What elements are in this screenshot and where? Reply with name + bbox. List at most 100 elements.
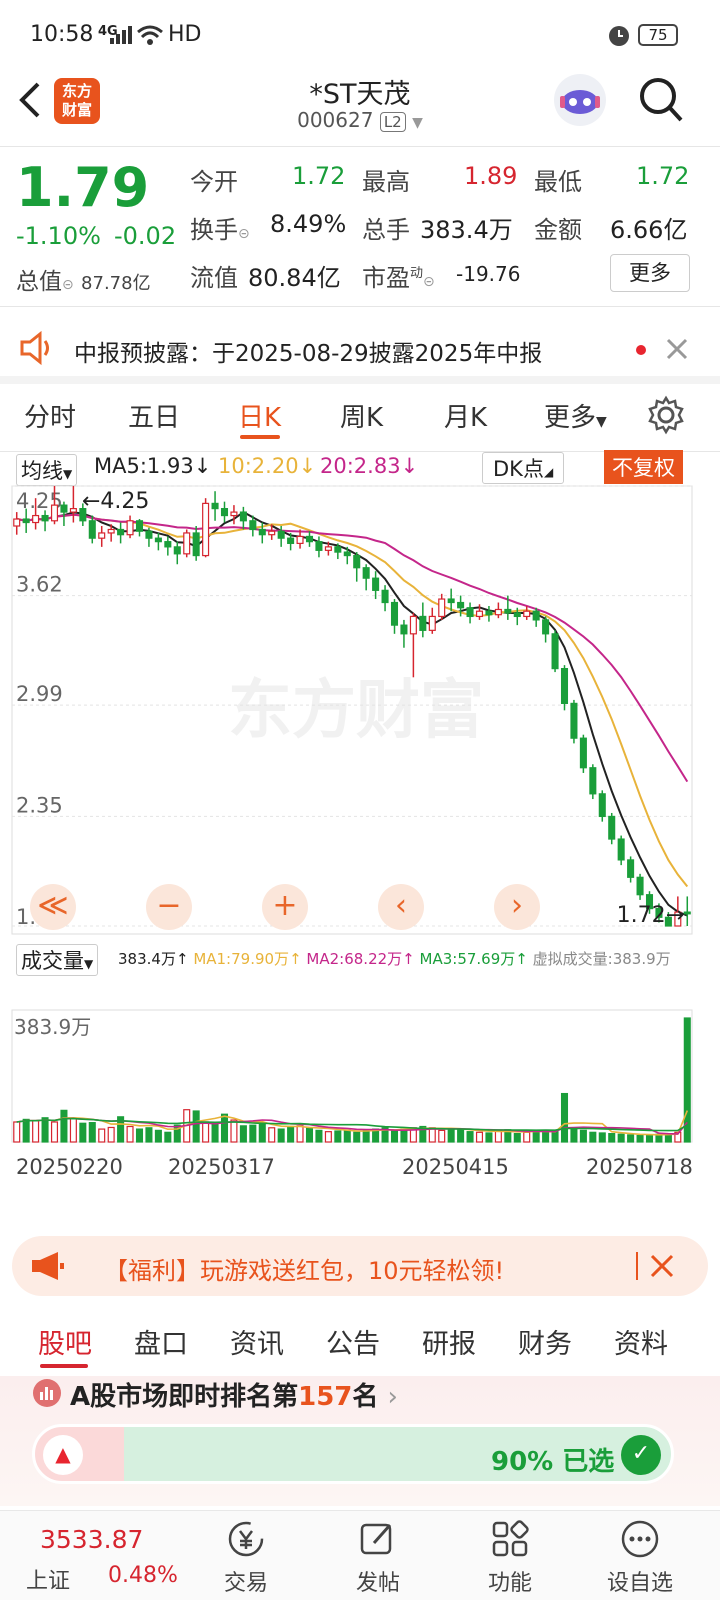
search-icon[interactable] (638, 76, 684, 124)
status-time: 10:58 (30, 22, 94, 47)
candle-body (41, 514, 49, 522)
vote-bar[interactable]: ▲ 90% 已选 ✓ (32, 1424, 674, 1484)
candle-body (126, 520, 134, 536)
rank-chart-icon (33, 1379, 61, 1407)
index-change[interactable]: 0.48% (108, 1563, 178, 1588)
volume-bar (13, 1121, 21, 1143)
tab-weekly-k[interactable]: 周K (340, 397, 383, 434)
vol-ma2: MA2:68.22万 (306, 950, 403, 968)
candle-body (258, 528, 266, 536)
candle-body (636, 876, 644, 896)
chart-period-tabs: 分时 五日 日K 周K 月K 更多▼ (0, 385, 720, 451)
float-label: 流值 (190, 264, 238, 292)
settings-gear-icon[interactable] (646, 395, 686, 435)
date-tick-label: 20250317 (168, 1155, 275, 1179)
triangle-down-icon: ▼ (63, 467, 73, 481)
promo-banner[interactable]: 【福利】玩游戏送红包，10元轻松领! (12, 1236, 708, 1296)
stock-header: 东方 财富 *ST天茂 000627 L2 ▼ (0, 70, 720, 146)
adjust-button[interactable]: 不复权 (604, 450, 683, 484)
date-tick-label: 20250220 (16, 1155, 123, 1179)
close-icon[interactable] (650, 1254, 674, 1278)
rank-suffix: 名 (352, 1382, 379, 1412)
prev-button[interactable]: ‹ (378, 884, 424, 930)
close-icon[interactable] (666, 338, 688, 360)
ma20-value: 20:2.83 (320, 454, 401, 478)
tab-5day[interactable]: 五日 (128, 397, 180, 434)
volume-bar (324, 1131, 332, 1143)
candle-body (88, 520, 96, 539)
ma-selector-label: 均线 (21, 459, 63, 483)
candle-body (466, 607, 474, 618)
rewind-button[interactable]: ≪ (30, 884, 76, 930)
volume-bar (560, 1092, 569, 1143)
mcap-label: 总值 (16, 269, 62, 295)
candle-body (211, 502, 219, 510)
low-label: 最低 (534, 168, 582, 196)
stock-code-row[interactable]: 000627 L2 ▼ (0, 108, 720, 132)
robot-assistant-icon[interactable] (552, 72, 608, 128)
change-amount: -0.02 (114, 222, 177, 250)
candle-body (98, 532, 106, 539)
status-bar: 10:58 4G HD 75 (0, 0, 720, 70)
next-button[interactable]: › (494, 884, 540, 930)
ma10-legend: 10:2.20↓ (218, 454, 316, 478)
notice-bar[interactable]: 中报预披露：于2025-08-29披露2025年中报 (0, 314, 720, 384)
tab-finance[interactable]: 财务 (518, 1322, 572, 1361)
tab-news[interactable]: 资讯 (230, 1322, 284, 1361)
volume-legend: 383.4万↑ MA1:79.90万↑ MA2:68.22万↑ MA3:57.6… (118, 948, 671, 969)
market-rank-card[interactable]: A股市场即时排名第157名 › ▲ 90% 已选 ✓ (0, 1376, 720, 1506)
nav-post[interactable]: 发帖 (338, 1519, 418, 1597)
dk-point-button[interactable]: DK点◢ (482, 452, 565, 484)
candle-body (324, 546, 332, 551)
level-badge: L2 (379, 112, 406, 132)
volume-bar (239, 1125, 247, 1143)
pe-sup: 动 (410, 266, 424, 281)
turnover-label-text: 换手 (190, 216, 238, 244)
ma5-legend: MA5:1.93↓ (94, 454, 211, 478)
down-arrow-icon: ↓ (193, 454, 212, 478)
nav-features[interactable]: 功能 (470, 1519, 550, 1597)
pe-value: -19.76 (456, 262, 521, 286)
tab-monthly-k[interactable]: 月K (444, 397, 487, 434)
vote-up-icon[interactable]: ▲ (43, 1435, 83, 1475)
tab-announcements[interactable]: 公告 (326, 1322, 380, 1361)
candle-body (50, 504, 59, 522)
up-arrow-icon: ↑ (175, 950, 189, 968)
tab-pankou[interactable]: 盘口 (134, 1322, 188, 1361)
candle-body (183, 532, 191, 555)
volume-bar (32, 1120, 40, 1143)
yen-coin-icon (228, 1521, 264, 1557)
index-value[interactable]: 3533.87 (40, 1525, 143, 1554)
candle-body (220, 508, 229, 517)
tab-daily-k[interactable]: 日K (238, 397, 281, 434)
mcap-value: 87.78亿 (81, 273, 151, 294)
volume-bar (268, 1127, 276, 1143)
candle-body (409, 615, 417, 635)
volume-bar (532, 1130, 540, 1143)
candle-body (107, 528, 115, 534)
volume-selector[interactable]: 成交量▼ (16, 944, 99, 976)
tab-more[interactable]: 更多▼ (544, 397, 607, 434)
zoom-out-button[interactable]: − (146, 884, 192, 930)
corner-icon: ◢ (543, 465, 554, 479)
speaker-icon (20, 330, 49, 366)
more-dots-icon (621, 1520, 659, 1558)
more-button[interactable]: 更多 (610, 254, 690, 292)
pe-label: 市盈 (362, 264, 410, 292)
candle-body (589, 767, 597, 795)
nav-watchlist[interactable]: 设自选 (600, 1519, 680, 1597)
tab-guba[interactable]: 股吧 (38, 1322, 92, 1361)
check-icon[interactable]: ✓ (621, 1435, 661, 1475)
candle-body (485, 610, 493, 616)
nav-trade[interactable]: 交易 (206, 1519, 286, 1597)
candle-body (523, 610, 531, 618)
chevron-down-icon: ▼ (412, 115, 423, 131)
tab-research[interactable]: 研报 (422, 1322, 476, 1361)
tab-profile[interactable]: 资料 (614, 1322, 668, 1361)
tab-intraday[interactable]: 分时 (24, 397, 76, 434)
volume-bar (79, 1122, 87, 1143)
index-name[interactable]: 上证 (26, 1563, 70, 1595)
volume-frame (11, 1009, 693, 1143)
alarm-icon (609, 26, 629, 46)
zoom-in-button[interactable]: + (262, 884, 308, 930)
